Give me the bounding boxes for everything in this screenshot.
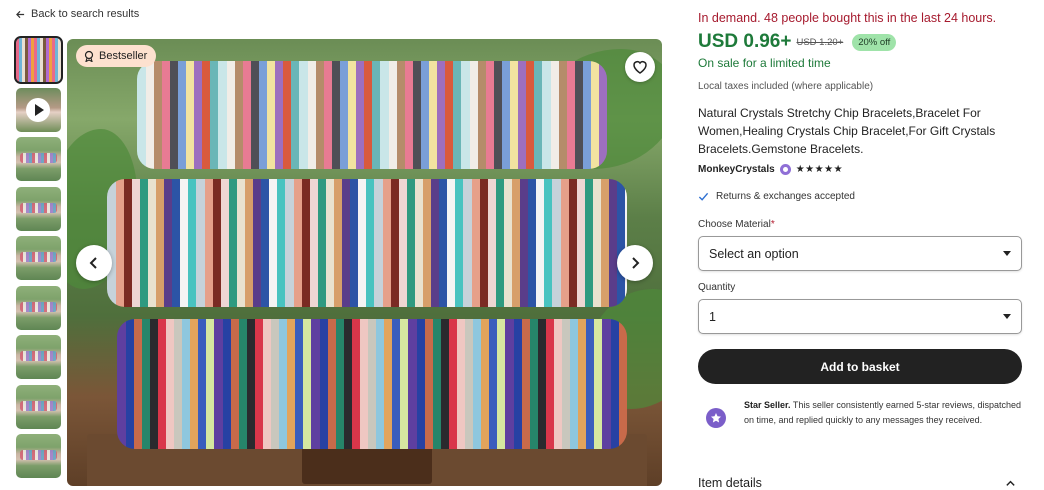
bracelet-row-top (137, 61, 607, 169)
returns-info: Returns & exchanges accepted (698, 191, 855, 202)
quantity-select[interactable]: 1 (698, 299, 1022, 334)
bestseller-badge: Bestseller (76, 45, 157, 67)
item-details-toggle[interactable]: Item details (698, 476, 1022, 490)
returns-label: Returns & exchanges accepted (716, 191, 855, 202)
star-seller-title: Star Seller. (744, 400, 791, 410)
bracelet-row-bottom (117, 319, 627, 449)
star-seller-icon (779, 164, 791, 175)
thumbnail-video[interactable] (16, 87, 61, 132)
bracelet-row-middle (107, 179, 627, 307)
demand-notice: In demand. 48 people bought this in the … (698, 11, 997, 25)
play-icon (26, 97, 50, 122)
seller-name-link[interactable]: MonkeyCrystals (698, 164, 775, 175)
thumbnail-7[interactable] (16, 335, 61, 379)
thumbnail-6[interactable] (16, 285, 61, 330)
taxes-note: Local taxes included (where applicable) (698, 81, 874, 92)
sale-notice: On sale for a limited time (698, 56, 831, 70)
material-select-value: Select an option (709, 246, 799, 261)
favorite-button[interactable] (625, 52, 655, 82)
back-to-search-link[interactable]: Back to search results (16, 8, 139, 20)
display-stand-base (302, 444, 432, 484)
price-row: USD 0.96+ USD 1.20+ 20% off (698, 31, 897, 53)
thumbnail-5[interactable] (16, 236, 61, 280)
add-to-basket-button[interactable]: Add to basket (698, 349, 1022, 384)
previous-image-button[interactable] (76, 245, 112, 281)
star-seller-badge-icon (706, 408, 726, 428)
back-link-label: Back to search results (31, 8, 140, 20)
original-price: USD 1.20+ (796, 36, 844, 48)
seller-row: MonkeyCrystals ★★★★★ (698, 164, 843, 175)
rating-stars[interactable]: ★★★★★ (796, 164, 843, 175)
checkmark-icon (698, 192, 709, 201)
star-seller-info: Star Seller. This seller consistently ea… (706, 398, 1022, 428)
thumbnail-8[interactable] (16, 384, 61, 429)
next-image-button[interactable] (617, 245, 653, 281)
thumbnail-4[interactable] (16, 186, 61, 231)
chevron-right-icon (632, 257, 640, 269)
thumbnail-strip (14, 36, 63, 484)
thumbnail-1[interactable] (14, 36, 63, 84)
material-select[interactable]: Select an option (698, 236, 1022, 271)
chevron-left-icon (89, 257, 97, 269)
chevron-down-icon (1003, 314, 1011, 319)
material-label-text: Choose Material (698, 219, 771, 230)
main-product-image: Bestseller (67, 39, 662, 486)
product-title: Natural Crystals Stretchy Chip Bracelets… (698, 106, 996, 156)
quantity-label: Quantity (698, 282, 736, 293)
bestseller-label: Bestseller (99, 50, 148, 62)
heart-icon (633, 60, 647, 74)
star-icon (711, 413, 721, 423)
arrow-left-icon (16, 10, 25, 18)
quantity-select-value: 1 (709, 309, 716, 324)
discount-badge: 20% off (852, 33, 897, 51)
item-details-label: Item details (698, 476, 762, 490)
chevron-up-icon (1006, 480, 1015, 486)
chevron-down-icon (1003, 251, 1011, 256)
current-price: USD 0.96+ (698, 31, 792, 52)
material-label: Choose Material* (698, 219, 775, 230)
thumbnail-9[interactable] (16, 434, 61, 478)
thumbnail-3[interactable] (16, 137, 61, 181)
award-icon (84, 50, 94, 62)
required-marker: * (770, 219, 775, 230)
star-seller-text: Star Seller. This seller consistently ea… (736, 398, 1022, 428)
